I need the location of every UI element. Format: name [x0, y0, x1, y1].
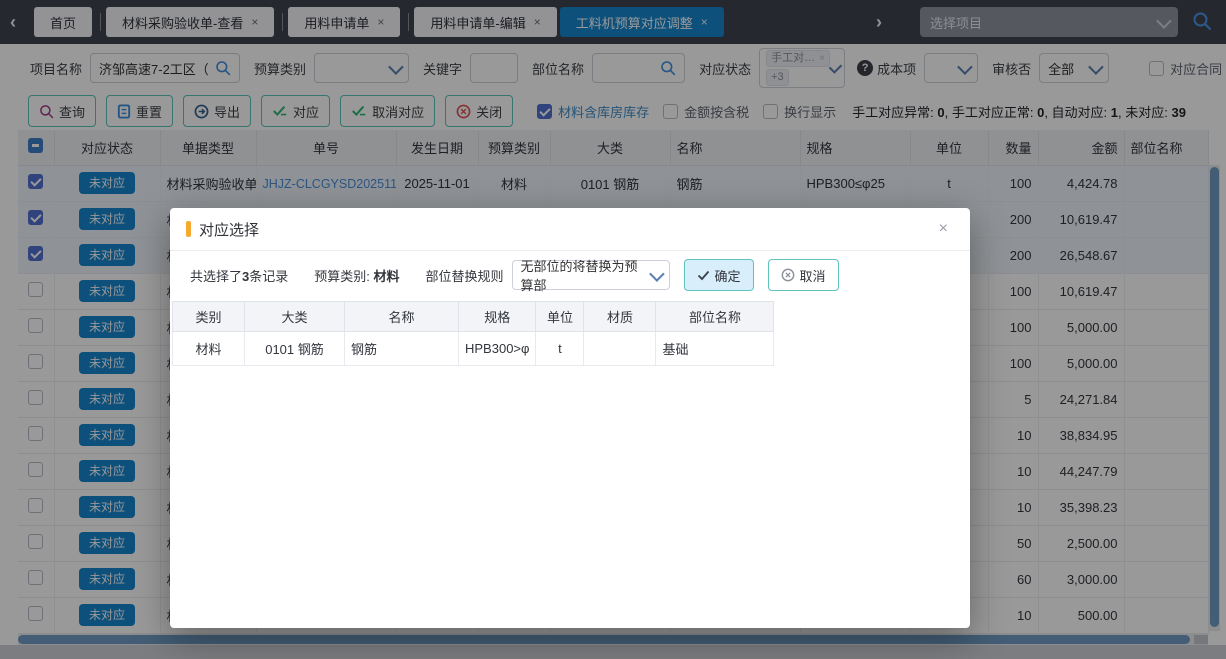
selected-count-text: 共选择了3条记录 [190, 266, 288, 285]
dialog-cell: t [536, 332, 584, 366]
confirm-button[interactable]: 确定 [684, 259, 754, 291]
dialog-column-header: 规格 [459, 302, 536, 332]
cancel-button[interactable]: 取消 [768, 259, 839, 291]
dialog-cell: HPB300>φ [459, 332, 536, 366]
part-rule-select[interactable]: 无部位的将替换为预算部 [512, 260, 670, 290]
title-marker-icon [186, 221, 191, 237]
dialog-column-header: 类别 [173, 302, 245, 332]
dialog-cell: 材料 [173, 332, 245, 366]
dialog-column-header: 名称 [345, 302, 459, 332]
dialog-table-header: 类别大类名称规格单位材质部位名称 [173, 302, 774, 332]
check-icon [697, 270, 710, 281]
part-rule-label: 部位替换规则 [426, 266, 504, 285]
dialog-table-row[interactable]: 材料0101 钢筋钢筋HPB300>φt 基础 [173, 332, 774, 366]
dialog-title: 对应选择 [199, 219, 933, 240]
dialog-toolbar: 共选择了3条记录 预算类别: 材料 部位替换规则 无部位的将替换为预算部 确定 … [170, 251, 970, 299]
dialog-close-icon[interactable]: × [933, 220, 954, 238]
dialog-table: 类别大类名称规格单位材质部位名称 材料0101 钢筋钢筋HPB300>φt 基础 [172, 301, 774, 366]
dialog-column-header: 单位 [536, 302, 584, 332]
budget-category-text: 预算类别: 材料 [314, 266, 399, 285]
dialog-column-header: 材质 [584, 302, 656, 332]
dialog-column-header: 部位名称 [656, 302, 774, 332]
cancel-circle-icon [781, 268, 795, 282]
match-selection-dialog: 对应选择 × 共选择了3条记录 预算类别: 材料 部位替换规则 无部位的将替换为… [170, 208, 970, 628]
dialog-header: 对应选择 × [170, 208, 970, 251]
chevron-down-icon [649, 266, 665, 282]
dialog-column-header: 大类 [245, 302, 345, 332]
dialog-cell [584, 332, 656, 366]
dialog-cell: 基础 [656, 332, 774, 366]
dialog-cell: 0101 钢筋 [245, 332, 345, 366]
dialog-cell: 钢筋 [345, 332, 459, 366]
